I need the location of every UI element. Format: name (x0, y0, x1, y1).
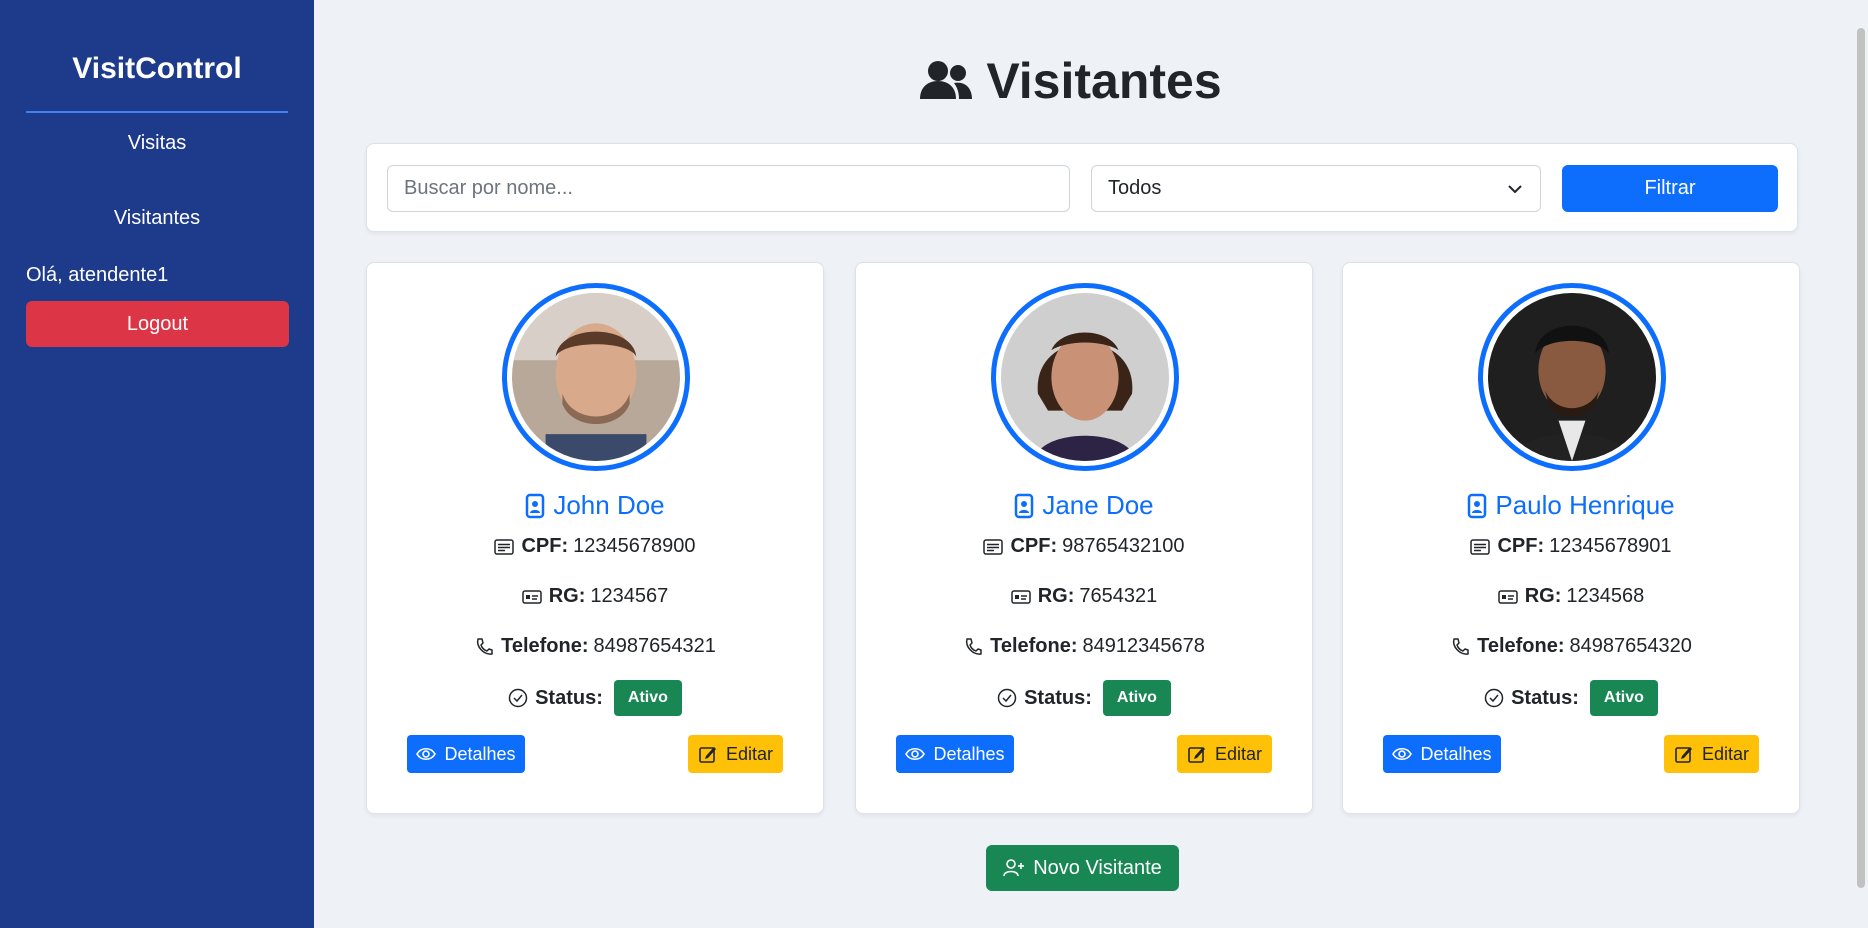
check-circle-icon (997, 688, 1017, 708)
edit-button[interactable]: Editar (1664, 735, 1759, 773)
check-circle-icon (508, 688, 528, 708)
edit-icon (1675, 747, 1692, 763)
rg-row: RG: 1234568 (1343, 585, 1799, 608)
visitor-card: John Doe CPF: 12345678900 RG: 1234567 Tele… (366, 262, 824, 814)
nav-item-visitas[interactable]: Visitas (26, 132, 288, 155)
edit-button[interactable]: Editar (688, 735, 783, 773)
id-badge-icon (1468, 493, 1487, 518)
scrollbar-thumb[interactable] (1857, 28, 1865, 888)
user-plus-icon (1003, 859, 1025, 877)
status-badge: Ativo (1589, 680, 1658, 716)
status-badge: Ativo (613, 680, 682, 716)
status-badge: Ativo (1102, 680, 1171, 716)
visitor-name: John Doe (367, 490, 823, 521)
id-card-icon (1010, 589, 1031, 604)
filter-button[interactable]: Filtrar (1562, 165, 1778, 212)
visitor-photo (1488, 293, 1656, 461)
eye-icon (905, 747, 926, 761)
cpf-row: CPF: 98765432100 (856, 535, 1312, 558)
users-icon (920, 61, 973, 99)
status-select[interactable]: Todos (1091, 165, 1541, 212)
cpf-row: CPF: 12345678900 (367, 535, 823, 558)
visitor-name: Paulo Henrique (1343, 490, 1799, 521)
status-row: Status: Ativo (1343, 680, 1799, 716)
phone-icon (477, 637, 493, 655)
search-input[interactable] (387, 165, 1070, 212)
check-circle-icon (1484, 688, 1504, 708)
brand-title: VisitControl (26, 0, 288, 113)
status-row: Status: Ativo (367, 680, 823, 716)
phone-icon (966, 637, 982, 655)
avatar (1478, 283, 1666, 471)
phone-row: Telefone: 84987654321 (367, 635, 823, 658)
edit-icon (699, 747, 716, 763)
nav-item-visitantes[interactable]: Visitantes (26, 207, 288, 230)
visitor-photo (512, 293, 680, 461)
sidebar: VisitControl Visitas Visitantes Olá, ate… (0, 0, 314, 928)
visitor-card: Jane Doe CPF: 98765432100 RG: 7654321 Tele… (855, 262, 1313, 814)
edit-icon (1188, 747, 1205, 763)
id-badge-icon (526, 493, 545, 518)
chevron-down-icon (1508, 184, 1522, 193)
details-button[interactable]: Detalhes (1383, 735, 1501, 773)
user-greeting: Olá, atendente1 (26, 264, 169, 286)
filter-bar: Todos Filtrar (366, 143, 1798, 232)
id-card-icon (1497, 589, 1518, 604)
visitor-card: Paulo Henrique CPF: 12345678901 RG: 123456… (1342, 262, 1800, 814)
rg-row: RG: 1234567 (367, 585, 823, 608)
details-button[interactable]: Detalhes (896, 735, 1014, 773)
new-visitor-button[interactable]: Novo Visitante (986, 845, 1179, 891)
phone-icon (1453, 637, 1469, 655)
edit-button[interactable]: Editar (1177, 735, 1272, 773)
rg-row: RG: 7654321 (856, 585, 1312, 608)
card-text-icon (983, 538, 1004, 555)
avatar (502, 283, 690, 471)
id-badge-icon (1015, 493, 1034, 518)
visitor-name: Jane Doe (856, 490, 1312, 521)
scrollbar[interactable] (1854, 0, 1868, 928)
phone-row: Telefone: 84912345678 (856, 635, 1312, 658)
avatar (991, 283, 1179, 471)
status-select-value: Todos (1108, 177, 1162, 199)
details-button[interactable]: Detalhes (407, 735, 525, 773)
eye-icon (1392, 747, 1413, 761)
status-row: Status: Ativo (856, 680, 1312, 716)
eye-icon (416, 747, 437, 761)
main-content: Visitantes Todos Filtrar (314, 0, 1854, 928)
cpf-row: CPF: 12345678901 (1343, 535, 1799, 558)
id-card-icon (521, 589, 542, 604)
logout-button[interactable]: Logout (26, 301, 289, 347)
card-text-icon (1470, 538, 1491, 555)
card-text-icon (494, 538, 515, 555)
page-title-text: Visitantes (986, 53, 1222, 109)
page-title: Visitantes (314, 52, 1774, 110)
visitor-photo (1001, 293, 1169, 461)
phone-row: Telefone: 84987654320 (1343, 635, 1799, 658)
